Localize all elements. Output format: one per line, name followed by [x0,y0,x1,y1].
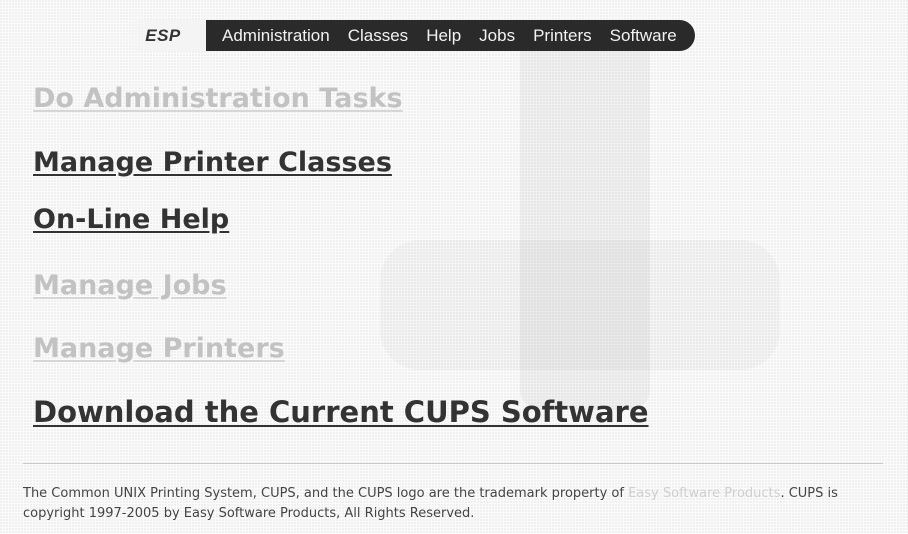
link-download-cups-software[interactable]: Download the Current CUPS Software [33,398,649,430]
footer-text-before: The Common UNIX Printing System, CUPS, a… [23,486,629,501]
link-manage-printer-classes[interactable]: Manage Printer Classes [33,149,649,181]
esp-logo[interactable]: ESP [120,20,206,51]
nav-item-classes[interactable]: Classes [348,26,408,46]
nav-item-printers[interactable]: Printers [533,26,592,46]
nav-item-jobs[interactable]: Jobs [479,26,515,46]
nav-item-administration[interactable]: Administration [222,26,330,46]
footer-esp-link[interactable]: Easy Software Products [628,486,780,501]
main-link-list: Do Administration Tasks Manage Printer C… [33,75,649,430]
nav-item-help[interactable]: Help [426,26,461,46]
cups-home-page: ESP Administration Classes Help Jobs Pri… [0,0,908,534]
link-manage-jobs[interactable]: Manage Jobs [33,272,649,304]
link-manage-printers[interactable]: Manage Printers [33,335,649,367]
link-do-administration-tasks[interactable]: Do Administration Tasks [33,85,649,117]
nav-item-software[interactable]: Software [610,26,677,46]
navigation-bar: ESP Administration Classes Help Jobs Pri… [120,20,695,51]
esp-logo-text: ESP [145,25,181,45]
nav-menu: Administration Classes Help Jobs Printer… [206,20,695,51]
footer-divider [23,463,883,464]
link-online-help[interactable]: On-Line Help [33,206,649,238]
footer-text: The Common UNIX Printing System, CUPS, a… [23,484,883,524]
